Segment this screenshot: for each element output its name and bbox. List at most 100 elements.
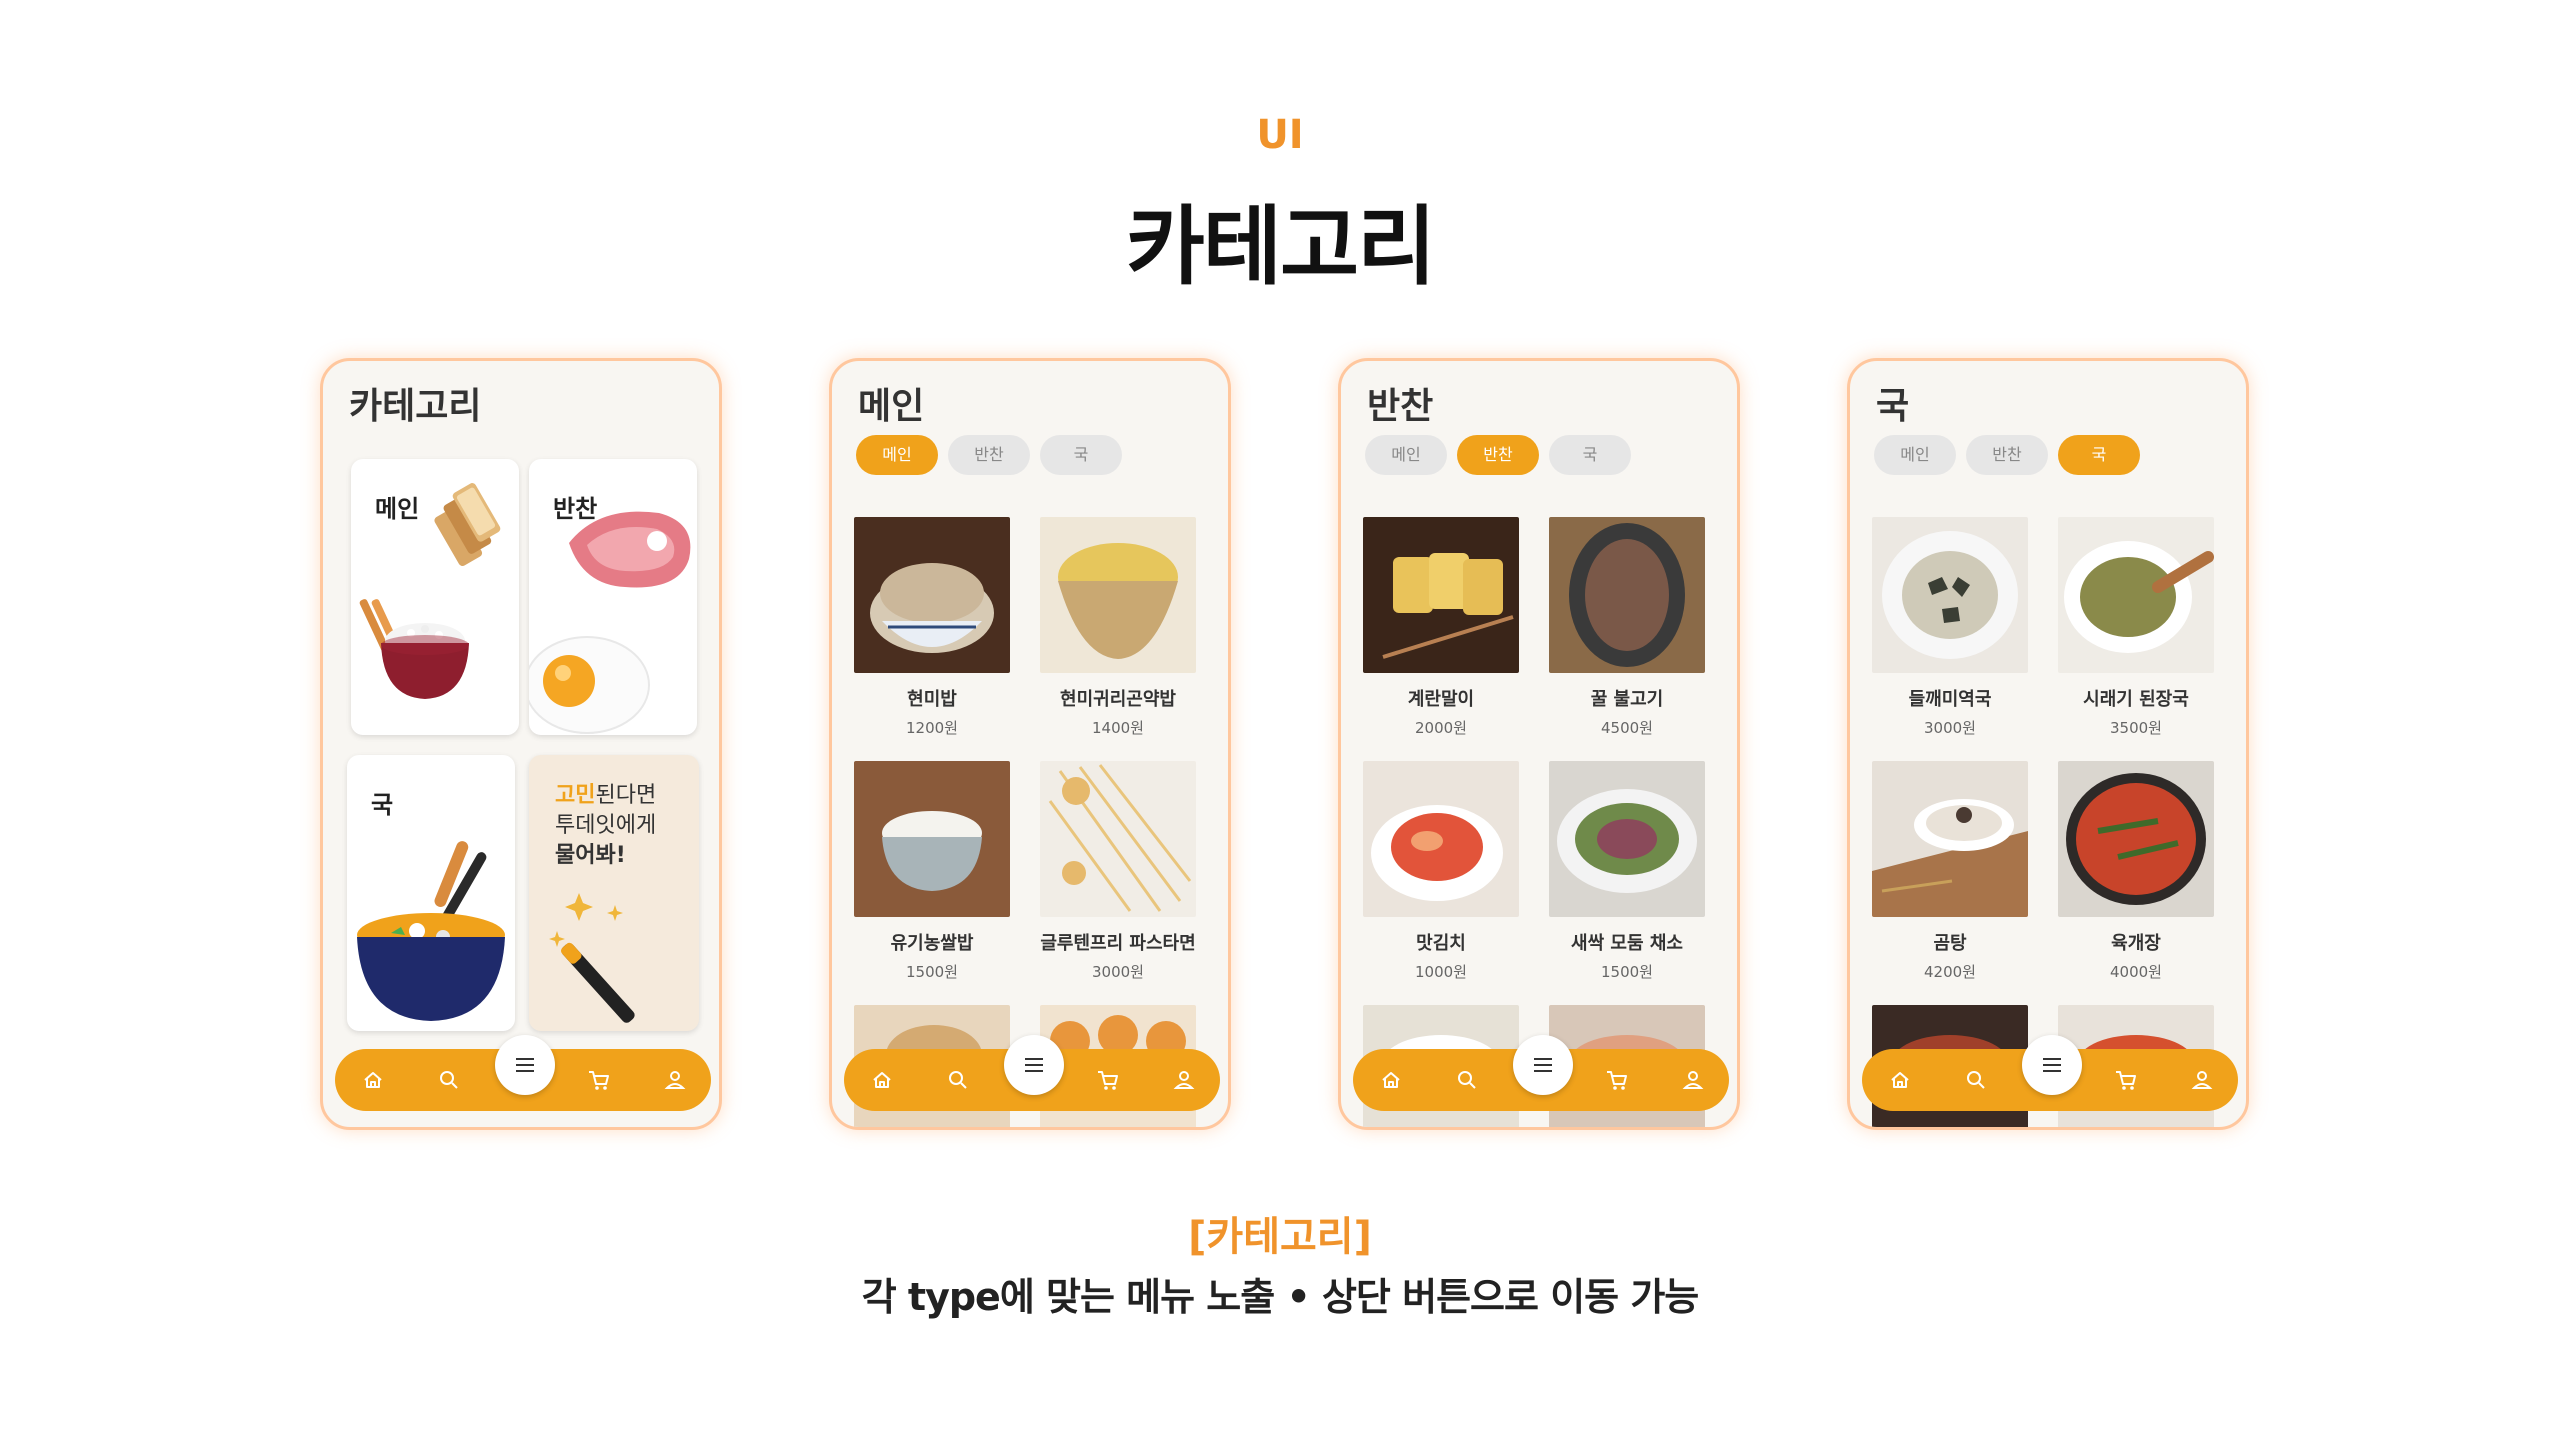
menu-button[interactable] [1513, 1035, 1573, 1095]
home-icon[interactable] [1886, 1066, 1914, 1094]
section-eyebrow: UI [1256, 112, 1304, 158]
food-photo [1557, 789, 1697, 893]
menu-item[interactable]: 꿀 불고기 4500원 [1549, 517, 1705, 738]
menu-item[interactable]: 시래기 된장국 3500원 [2058, 517, 2214, 738]
phone-main-list: 메인 메인 반찬 국 현미밥 1200원 현미귀리곤약밥 1400원 유기농쌀밥… [829, 358, 1231, 1130]
tab-side[interactable]: 반찬 [948, 435, 1030, 475]
search-icon[interactable] [944, 1066, 972, 1094]
menu-item[interactable]: 글루텐프리 파스타면 3000원 [1040, 761, 1196, 982]
food-photo [2066, 773, 2206, 905]
menu-item[interactable]: 맛김치 1000원 [1363, 761, 1519, 982]
search-icon[interactable] [1962, 1066, 1990, 1094]
cart-icon[interactable] [1094, 1066, 1122, 1094]
menu-item[interactable]: 새싹 모둠 채소 1500원 [1549, 761, 1705, 982]
screen-title: 국 [1876, 386, 1910, 427]
food-photo [2064, 541, 2214, 653]
category-tile-side[interactable]: 반찬 [529, 459, 697, 735]
soup-bowl-illustration [357, 841, 505, 1021]
screen-title: 카테고리 [349, 386, 482, 427]
food-photo [1569, 523, 1685, 667]
phone-soup-list: 국 메인 반찬 국 들깨미역국 3000원 시래기 된장국 3500원 곰탕 4… [1847, 358, 2249, 1130]
user-icon[interactable] [661, 1066, 689, 1094]
menu-item-price: 1200원 [906, 719, 958, 737]
home-icon[interactable] [868, 1066, 896, 1094]
menu-item-name: 현미귀리곤약밥 [1060, 689, 1176, 710]
tab-soup[interactable]: 국 [1549, 435, 1631, 475]
meat-egg-illustration [529, 511, 691, 734]
menu-item-price: 2000원 [1415, 719, 1467, 737]
cart-icon[interactable] [2112, 1066, 2140, 1094]
menu-button[interactable] [1004, 1035, 1064, 1095]
magic-wand-icon [549, 893, 635, 1023]
search-icon[interactable] [435, 1066, 463, 1094]
menu-item-name: 유기농쌀밥 [890, 933, 974, 954]
user-icon[interactable] [2188, 1066, 2216, 1094]
menu-item[interactable]: 계란말이 2000원 [1363, 517, 1519, 738]
menu-item-price: 1500원 [906, 963, 958, 981]
food-photo [882, 811, 982, 891]
menu-item[interactable]: 곰탕 4200원 [1872, 761, 2028, 982]
menu-icon [1025, 1058, 1043, 1072]
tab-main[interactable]: 메인 [1874, 435, 1956, 475]
menu-item[interactable]: 들깨미역국 3000원 [1872, 517, 2028, 738]
menu-item-name: 육개장 [2111, 933, 2161, 954]
food-photo [1058, 543, 1178, 659]
menu-item[interactable]: 육개장 4000원 [2058, 761, 2214, 982]
presentation-slide: UI 카테고리 카테고리 메인 반찬 국 고민된다면 투데잇에게 물어봐! 메인… [0, 0, 2560, 1440]
bottom-nav [1862, 1035, 2238, 1111]
bottom-nav [335, 1035, 711, 1111]
menu-button[interactable] [495, 1035, 555, 1095]
menu-item[interactable]: 현미귀리곤약밥 1400원 [1040, 517, 1196, 738]
menu-item-price: 3500원 [2110, 719, 2162, 737]
cart-icon[interactable] [585, 1066, 613, 1094]
food-photo [1882, 531, 2018, 659]
menu-icon [1534, 1058, 1552, 1072]
menu-item-name: 새싹 모둠 채소 [1571, 933, 1683, 954]
menu-item-price: 4500원 [1601, 719, 1653, 737]
menu-item-price: 1400원 [1092, 719, 1144, 737]
menu-icon [516, 1058, 534, 1072]
category-tile-soup[interactable]: 국 [347, 755, 515, 1031]
ask-todayeat-tile[interactable]: 고민된다면 투데잇에게 물어봐! [529, 755, 699, 1031]
user-icon[interactable] [1679, 1066, 1707, 1094]
home-icon[interactable] [1377, 1066, 1405, 1094]
menu-item-price: 1500원 [1601, 963, 1653, 981]
menu-item-price: 4000원 [2110, 963, 2162, 981]
tab-side[interactable]: 반찬 [1457, 435, 1539, 475]
menu-item-name: 글루텐프리 파스타면 [1040, 933, 1196, 954]
food-photo [1048, 764, 1192, 912]
category-tile-main[interactable]: 메인 [351, 459, 519, 735]
menu-button[interactable] [2022, 1035, 2082, 1095]
screen-title: 반찬 [1367, 386, 1434, 427]
home-icon[interactable] [359, 1066, 387, 1094]
phone-category-home: 카테고리 메인 반찬 국 고민된다면 투데잇에게 물어봐! [320, 358, 722, 1130]
menu-item-name: 시래기 된장국 [2083, 689, 2189, 710]
cart-icon[interactable] [1603, 1066, 1631, 1094]
tab-main[interactable]: 메인 [856, 435, 938, 475]
menu-item[interactable]: 현미밥 1200원 [854, 517, 1010, 738]
menu-item-name: 꿀 불고기 [1590, 689, 1664, 710]
menu-item-name: 맛김치 [1416, 933, 1466, 954]
menu-item-name: 곰탕 [1933, 933, 1967, 954]
menu-item-name: 계란말이 [1407, 689, 1475, 710]
tab-soup[interactable]: 국 [2058, 435, 2140, 475]
search-icon[interactable] [1453, 1066, 1481, 1094]
caption-title: [카테고리] [1188, 1214, 1372, 1260]
food-photo [1382, 553, 1514, 659]
user-icon[interactable] [1170, 1066, 1198, 1094]
menu-item-name: 현미밥 [907, 689, 957, 710]
tab-soup[interactable]: 국 [1040, 435, 1122, 475]
tab-side[interactable]: 반찬 [1966, 435, 2048, 475]
menu-item-name: 들깨미역국 [1908, 689, 1992, 710]
screen-title: 메인 [858, 386, 925, 427]
caption-text: 각 type에 맞는 메뉴 노출 • 상단 버튼으로 이동 가능 [861, 1275, 1700, 1319]
bottom-nav [844, 1035, 1220, 1111]
page-title: 카테고리 [1125, 197, 1436, 297]
phone-side-list: 반찬 메인 반찬 국 계란말이 2000원 꿀 불고기 4500원 맛김치 10… [1338, 358, 1740, 1130]
tab-main[interactable]: 메인 [1365, 435, 1447, 475]
food-photo [1371, 805, 1503, 901]
menu-item[interactable]: 유기농쌀밥 1500원 [854, 761, 1010, 982]
menu-item-price: 3000원 [1092, 963, 1144, 981]
rice-bowl-bread-illustration [359, 483, 501, 699]
menu-icon [2043, 1058, 2061, 1072]
